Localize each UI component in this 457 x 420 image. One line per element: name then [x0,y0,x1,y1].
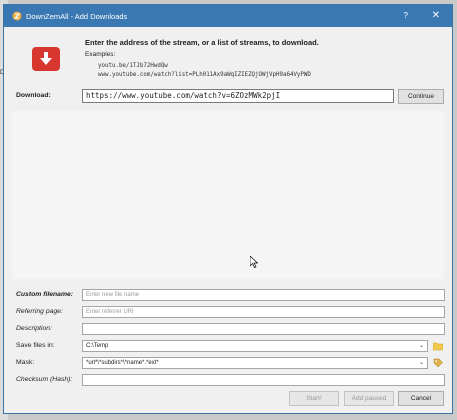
mask-value: *url*\*subdirs*\*name*.*ext* [86,360,159,366]
save-files-in-label: Save files in: [16,342,55,349]
dialog-body: Enter the address of the stream, or a li… [4,27,452,413]
add-downloads-dialog: DownZemAll - Add Downloads ? ✕ Enter the… [3,4,453,414]
tag-icon[interactable] [433,358,443,368]
custom-filename-input[interactable]: Enter new file name [82,289,445,301]
example-line: youtu.be/1TJb72HwdQw [98,63,168,69]
custom-filename-label: Custom filename: [16,291,74,298]
stream-list-area [12,111,444,279]
instruction-heading: Enter the address of the stream, or a li… [85,38,319,47]
save-files-in-value: C:\Temp [86,343,109,349]
referring-page-label: Referring page: [16,308,63,315]
description-label: Description: [16,325,52,332]
checksum-label: Checksum (Hash): [16,376,73,383]
checksum-input[interactable] [82,374,445,386]
window-title: DownZemAll - Add Downloads [26,12,128,21]
mouse-cursor-icon [249,255,259,270]
examples-label: Examples: [85,51,116,58]
download-label: Download: [16,92,51,99]
save-files-in-select[interactable]: C:\Temp ⌄ [82,340,428,352]
chevron-down-icon[interactable]: ⌄ [419,358,424,368]
title-bar[interactable]: DownZemAll - Add Downloads ? ✕ [4,5,452,27]
download-arrow-icon [32,47,60,71]
description-input[interactable] [82,323,445,335]
folder-icon[interactable] [432,341,444,351]
mask-label: Mask: [16,359,35,366]
add-paused-button[interactable]: Add paused [344,391,394,406]
chevron-down-icon[interactable]: ⌄ [419,341,424,351]
start-button[interactable]: Start! [289,391,339,406]
cancel-button[interactable]: Cancel [398,391,444,406]
example-line: www.youtube.com/watch?list=PLh011Ax9aWqI… [98,72,311,78]
help-button[interactable]: ? [404,11,408,20]
referring-page-input[interactable]: Enter referrer URI [82,306,445,318]
mask-select[interactable]: *url*\*subdirs*\*name*.*ext* ⌄ [82,357,428,369]
app-logo-icon [12,11,22,21]
download-url-input[interactable]: https://www.youtube.com/watch?v=6ZOzMWk2… [82,89,394,103]
continue-button[interactable]: Continue [398,89,444,104]
close-button[interactable]: ✕ [432,10,440,21]
